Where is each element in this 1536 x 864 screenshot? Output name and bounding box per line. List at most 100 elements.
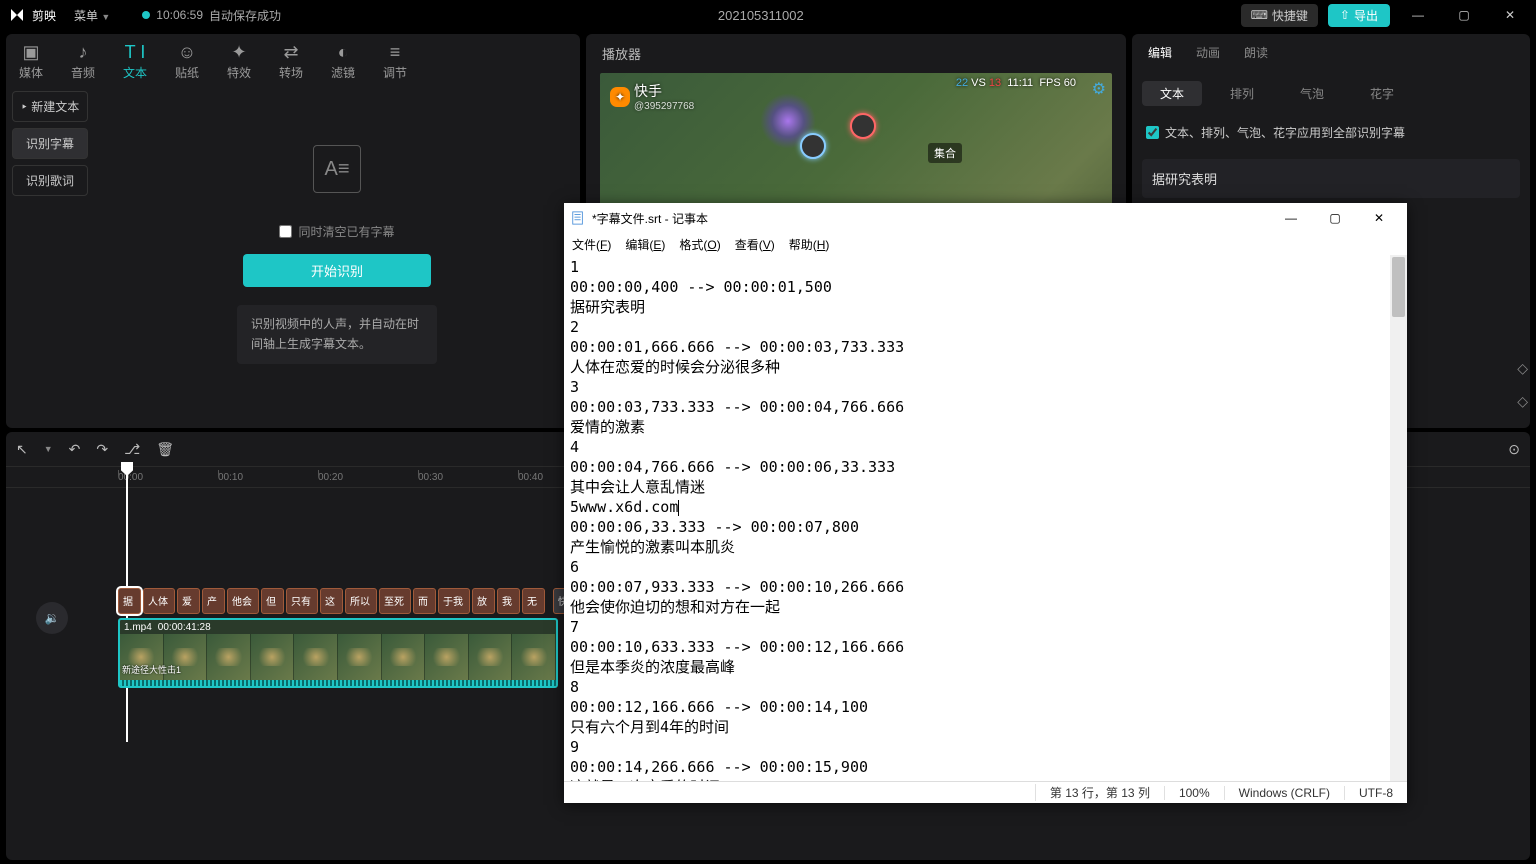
notepad-minimize-button[interactable]: — <box>1269 203 1313 233</box>
asset-tab-特效[interactable]: ✦特效 <box>214 42 264 81</box>
ruler-mark: 00:00 <box>118 472 218 483</box>
subtitle-clip[interactable]: 我 <box>497 588 520 614</box>
subtitle-text-input[interactable]: 据研究表明 <box>1142 159 1520 198</box>
properties-top-tabs: 编辑 动画 朗读 <box>1142 34 1520 73</box>
gear-icon[interactable]: ⚙ <box>1092 79 1106 99</box>
subtitle-clip[interactable]: 放 <box>472 588 495 614</box>
window-close-button[interactable]: ✕ <box>1492 0 1528 30</box>
notepad-menu-查看[interactable]: 查看(V) <box>735 236 775 253</box>
menu-label: 菜单 <box>74 9 98 23</box>
style-tab-花字[interactable]: 花字 <box>1352 81 1412 106</box>
prop-tab-朗读[interactable]: 朗读 <box>1244 44 1268 67</box>
recognize-hint: 识别视频中的人声，并自动在时间轴上生成字幕文本。 <box>237 305 437 363</box>
prop-tab-动画[interactable]: 动画 <box>1196 44 1220 67</box>
delete-icon[interactable]: 🗑 <box>156 441 174 458</box>
subtitle-clip[interactable]: 这 <box>320 588 343 614</box>
subtitle-clip[interactable]: 据 <box>118 588 141 614</box>
tab-label: 音频 <box>71 66 95 80</box>
notepad-scrollbar[interactable] <box>1390 255 1407 781</box>
notepad-title-text: *字幕文件.srt - 记事本 <box>592 210 708 227</box>
hotkeys-button[interactable]: ⌨ 快捷键 <box>1241 4 1318 27</box>
clip-filename: 1.mp4 <box>124 622 152 633</box>
ruler-mark: 00:30 <box>418 472 518 483</box>
subtitle-clip[interactable]: 无 <box>522 588 545 614</box>
asset-tab-媒体[interactable]: ▣媒体 <box>6 42 56 81</box>
track-mute-button[interactable]: 🔉 <box>36 602 68 634</box>
clear-existing-checkbox[interactable] <box>279 225 292 238</box>
redo-icon[interactable]: ↷ <box>96 441 108 458</box>
subtitle-clip[interactable]: 至死 <box>379 588 411 614</box>
notepad-text-area[interactable]: 1 00:00:00,400 --> 00:00:01,500 据研究表明 2 … <box>564 255 1407 781</box>
undo-icon[interactable]: ↶ <box>69 441 81 458</box>
sub-nav-新建文本[interactable]: 新建文本 <box>12 91 88 122</box>
status-cursor-pos: 第 13 行，第 13 列 <box>1035 784 1164 801</box>
apply-all-row[interactable]: 文本、排列、气泡、花字应用到全部识别字幕 <box>1142 114 1520 151</box>
subtitle-clip[interactable]: 但 <box>261 588 284 614</box>
menu-button[interactable]: 菜单 ▼ <box>68 5 116 26</box>
style-tab-气泡[interactable]: 气泡 <box>1282 81 1342 106</box>
video-clip[interactable]: 1.mp4 00:00:41:28 新途径大性击1 <box>118 618 558 688</box>
game-fps: FPS 60 <box>1039 77 1076 89</box>
project-title: 202105311002 <box>293 8 1229 23</box>
notepad-window[interactable]: *字幕文件.srt - 记事本 — ▢ ✕ 文件(F) 编辑(E) 格式(O) 查看(… <box>564 203 1407 803</box>
notepad-menubar[interactable]: 文件(F) 编辑(E) 格式(O) 查看(V) 帮助(H) <box>564 233 1407 255</box>
ping-tag: 集合 <box>928 143 962 163</box>
asset-tab-转场[interactable]: ⇄转场 <box>266 42 316 81</box>
subtitle-placeholder-icon: A≡ <box>313 145 361 193</box>
tab-label: 文本 <box>123 66 147 80</box>
split-icon[interactable]: ⎇ <box>124 441 140 458</box>
status-dot-icon <box>142 11 150 19</box>
sub-nav-识别歌词[interactable]: 识别歌词 <box>12 165 88 196</box>
notepad-menu-文件[interactable]: 文件(F) <box>572 236 611 253</box>
notepad-maximize-button[interactable]: ▢ <box>1313 203 1357 233</box>
export-icon: ⇧ <box>1340 8 1350 22</box>
keyframe-diamond-icon[interactable]: ◇ <box>1517 393 1528 410</box>
ruler-mark: 00:20 <box>318 472 418 483</box>
status-eol: Windows (CRLF) <box>1224 786 1344 800</box>
subtitle-clip[interactable]: 而 <box>413 588 436 614</box>
chevron-down-icon[interactable]: ▼ <box>44 444 53 454</box>
autosave-text: 自动保存成功 <box>209 7 281 24</box>
timeline-settings-icon[interactable]: ⊙ <box>1508 441 1520 458</box>
export-button[interactable]: ⇧ 导出 <box>1328 4 1390 27</box>
tab-icon: T I <box>110 42 160 64</box>
notepad-menu-编辑[interactable]: 编辑(E) <box>625 236 665 253</box>
subtitle-clip[interactable]: 他会 <box>227 588 259 614</box>
brand-id: @395297768 <box>634 101 694 112</box>
subtitle-clip[interactable]: 于我 <box>438 588 470 614</box>
window-minimize-button[interactable]: — <box>1400 0 1436 30</box>
ruler-mark: 00:10 <box>218 472 318 483</box>
subtitle-clip[interactable]: 爱 <box>177 588 200 614</box>
notepad-close-button[interactable]: ✕ <box>1357 203 1401 233</box>
apply-all-checkbox[interactable] <box>1146 126 1159 139</box>
prop-tab-编辑[interactable]: 编辑 <box>1148 44 1172 67</box>
subtitle-track[interactable]: 据人体爱产他会但只有这所以至死而于我放我无快手 <box>118 588 623 614</box>
style-tab-排列[interactable]: 排列 <box>1212 81 1272 106</box>
window-maximize-button[interactable]: ▢ <box>1446 0 1482 30</box>
watermark-brand: ✦ 快手 @395297768 <box>610 81 694 112</box>
player-title: 播放器 <box>586 34 1126 73</box>
subtitle-clip[interactable]: 只有 <box>286 588 318 614</box>
subtitle-clip[interactable]: 产 <box>202 588 225 614</box>
subtitle-clip[interactable]: 所以 <box>345 588 377 614</box>
asset-tab-文本[interactable]: T I 文本 <box>110 42 160 81</box>
scrollbar-thumb[interactable] <box>1392 257 1405 317</box>
notepad-titlebar[interactable]: *字幕文件.srt - 记事本 — ▢ ✕ <box>564 203 1407 233</box>
asset-tab-滤镜[interactable]: ◐滤镜 <box>318 42 368 81</box>
assets-panel: ▣媒体♪音频T I文本☺贴纸✦特效⇄转场◐滤镜≡调节 新建文本识别字幕识别歌词 … <box>6 34 580 428</box>
clear-existing-row[interactable]: 同时清空已有字幕 <box>279 223 394 240</box>
notepad-statusbar: 第 13 行，第 13 列 100% Windows (CRLF) UTF-8 <box>564 781 1407 803</box>
text-sub-nav: 新建文本识别字幕识别歌词 <box>6 81 94 428</box>
start-recognize-button[interactable]: 开始识别 <box>243 254 431 287</box>
subtitle-clip[interactable]: 人体 <box>143 588 175 614</box>
asset-tab-音频[interactable]: ♪音频 <box>58 42 108 81</box>
asset-tab-调节[interactable]: ≡调节 <box>370 42 420 81</box>
keyframe-diamond-icon[interactable]: ◇ <box>1517 360 1528 377</box>
sub-nav-识别字幕[interactable]: 识别字幕 <box>12 128 88 159</box>
autosave-status: 10:06:59 自动保存成功 <box>142 7 281 24</box>
notepad-menu-格式[interactable]: 格式(O) <box>679 236 720 253</box>
cursor-tool-icon[interactable]: ↖ <box>16 441 28 458</box>
style-tab-文本[interactable]: 文本 <box>1142 81 1202 106</box>
asset-tab-贴纸[interactable]: ☺贴纸 <box>162 42 212 81</box>
notepad-menu-帮助[interactable]: 帮助(H) <box>789 236 830 253</box>
